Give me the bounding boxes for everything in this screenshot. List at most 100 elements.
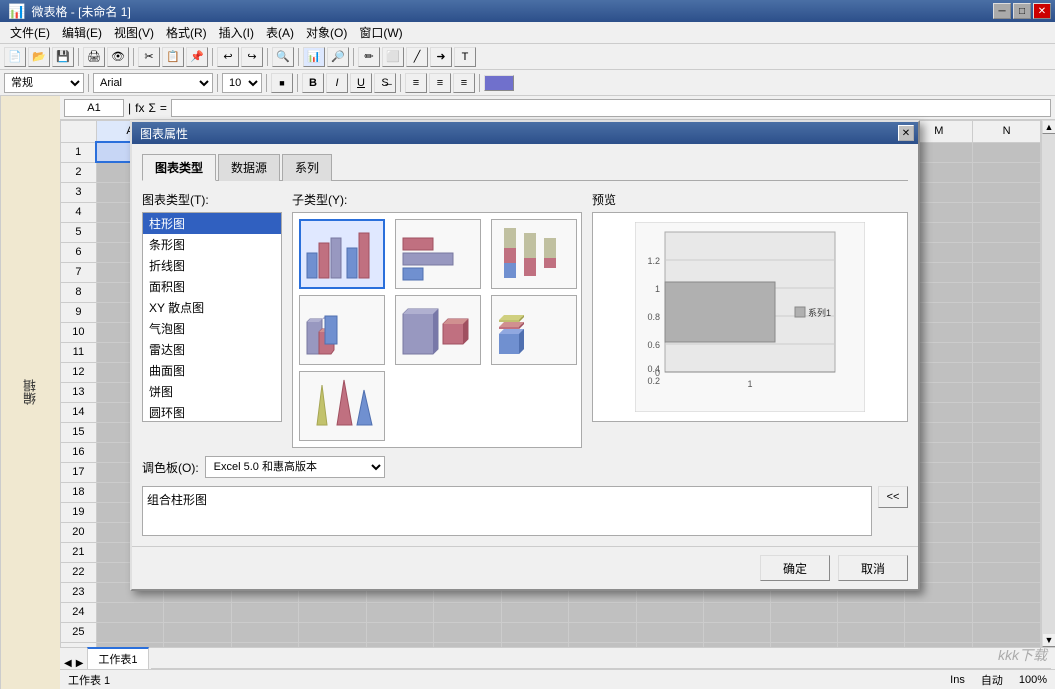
- cell-N6[interactable]: [973, 242, 1041, 262]
- menu-object[interactable]: 对象(O): [300, 22, 353, 43]
- cell-N24[interactable]: [973, 602, 1041, 622]
- tab-data-source[interactable]: 数据源: [218, 154, 280, 181]
- cell-A24[interactable]: [96, 602, 163, 622]
- menu-view[interactable]: 视图(V): [108, 22, 160, 43]
- chart-type-radar[interactable]: 雷达图: [143, 339, 281, 360]
- col-header-N[interactable]: N: [973, 121, 1041, 143]
- cell-N8[interactable]: [973, 282, 1041, 302]
- cell-C26[interactable]: [231, 642, 299, 647]
- palette-select[interactable]: Excel 5.0 和惠高版本: [205, 456, 385, 478]
- cut-button[interactable]: ✂: [138, 47, 160, 67]
- paste-button[interactable]: 📌: [186, 47, 208, 67]
- ok-button[interactable]: 确定: [760, 555, 830, 581]
- cell-F24[interactable]: [434, 602, 501, 622]
- chart-type-pie[interactable]: 饼图: [143, 381, 281, 402]
- cell-N16[interactable]: [973, 442, 1041, 462]
- scroll-left-tab[interactable]: ◀: [64, 658, 72, 669]
- print-button[interactable]: 🖨: [83, 47, 105, 67]
- cell-E24[interactable]: [366, 602, 433, 622]
- cell-J26[interactable]: [703, 642, 770, 647]
- align-center-btn[interactable]: ≡: [429, 73, 451, 93]
- cell-D24[interactable]: [299, 602, 367, 622]
- tab-chart-type[interactable]: 图表类型: [142, 154, 216, 181]
- cell-N13[interactable]: [973, 382, 1041, 402]
- textbox-button[interactable]: T: [454, 47, 476, 67]
- chart-button[interactable]: 📊: [303, 47, 325, 67]
- cell-D25[interactable]: [299, 622, 367, 642]
- menu-file[interactable]: 文件(E): [4, 22, 56, 43]
- subtype-7[interactable]: [299, 371, 385, 441]
- cell-N1[interactable]: [973, 142, 1041, 162]
- copy-button[interactable]: 📋: [162, 47, 184, 67]
- cell-A25[interactable]: [96, 622, 163, 642]
- cell-I26[interactable]: [636, 642, 703, 647]
- menu-table[interactable]: 表(A): [260, 22, 300, 43]
- align-right-btn[interactable]: ≡: [453, 73, 475, 93]
- cell-E25[interactable]: [366, 622, 433, 642]
- shape-button[interactable]: ⬜: [382, 47, 404, 67]
- maximize-button[interactable]: □: [1013, 3, 1031, 19]
- cell-N23[interactable]: [973, 582, 1041, 602]
- font-select[interactable]: Arial: [93, 73, 213, 93]
- cell-B25[interactable]: [164, 622, 231, 642]
- cell-N25[interactable]: [973, 622, 1041, 642]
- cell-N18[interactable]: [973, 482, 1041, 502]
- cell-N4[interactable]: [973, 202, 1041, 222]
- cell-N19[interactable]: [973, 502, 1041, 522]
- cell-N10[interactable]: [973, 322, 1041, 342]
- chart-type-area[interactable]: 面积图: [143, 276, 281, 297]
- cell-N17[interactable]: [973, 462, 1041, 482]
- cell-I24[interactable]: [636, 602, 703, 622]
- cell-F25[interactable]: [434, 622, 501, 642]
- cell-N3[interactable]: [973, 182, 1041, 202]
- cell-N22[interactable]: [973, 562, 1041, 582]
- cell-N9[interactable]: [973, 302, 1041, 322]
- cell-H25[interactable]: [569, 622, 637, 642]
- zoom-button[interactable]: 🔎: [327, 47, 349, 67]
- cell-ref-input[interactable]: [64, 99, 124, 117]
- chart-type-line[interactable]: 折线图: [143, 255, 281, 276]
- cancel-button[interactable]: 取消: [838, 555, 908, 581]
- find-button[interactable]: 🔍: [272, 47, 294, 67]
- cell-K24[interactable]: [770, 602, 837, 622]
- italic-button[interactable]: I: [326, 73, 348, 93]
- scroll-up-btn[interactable]: ▲: [1042, 120, 1055, 134]
- cell-H26[interactable]: [569, 642, 637, 647]
- preview-button[interactable]: 👁: [107, 47, 129, 67]
- cell-G24[interactable]: [501, 602, 569, 622]
- subtype-6[interactable]: [491, 295, 577, 365]
- cell-B24[interactable]: [164, 602, 231, 622]
- draw-button[interactable]: ✏: [358, 47, 380, 67]
- size-select[interactable]: 10: [222, 73, 262, 93]
- bold-button[interactable]: B: [302, 73, 324, 93]
- chart-type-donut[interactable]: 圆环图: [143, 402, 281, 422]
- cell-F26[interactable]: [434, 642, 501, 647]
- description-box[interactable]: 组合柱形图: [142, 486, 872, 536]
- chart-type-bubble[interactable]: 气泡图: [143, 318, 281, 339]
- new-button[interactable]: 📄: [4, 47, 26, 67]
- menu-edit[interactable]: 编辑(E): [56, 22, 108, 43]
- cell-K25[interactable]: [770, 622, 837, 642]
- chart-type-surface[interactable]: 曲面图: [143, 360, 281, 381]
- menu-window[interactable]: 窗口(W): [353, 22, 408, 43]
- cell-K26[interactable]: [770, 642, 837, 647]
- subtype-5[interactable]: [395, 295, 481, 365]
- cell-M26[interactable]: [905, 642, 973, 647]
- undo-button[interactable]: ↩: [217, 47, 239, 67]
- menu-format[interactable]: 格式(R): [160, 22, 213, 43]
- cell-B26[interactable]: [164, 642, 231, 647]
- cell-N2[interactable]: [973, 162, 1041, 182]
- bg-color-btn[interactable]: [484, 75, 514, 91]
- cell-N7[interactable]: [973, 262, 1041, 282]
- cell-N15[interactable]: [973, 422, 1041, 442]
- style-select[interactable]: 常规: [4, 73, 84, 93]
- vertical-scrollbar[interactable]: ▲ ▼: [1041, 120, 1055, 647]
- line-button[interactable]: ╱: [406, 47, 428, 67]
- arrow-button[interactable]: ➜: [430, 47, 452, 67]
- subtype-1[interactable]: [299, 219, 385, 289]
- strikethrough-button[interactable]: S̶: [374, 73, 396, 93]
- align-left-btn[interactable]: ≡: [405, 73, 427, 93]
- color-btn[interactable]: ■: [271, 73, 293, 93]
- cell-E26[interactable]: [366, 642, 433, 647]
- chart-type-xy[interactable]: XY 散点图: [143, 297, 281, 318]
